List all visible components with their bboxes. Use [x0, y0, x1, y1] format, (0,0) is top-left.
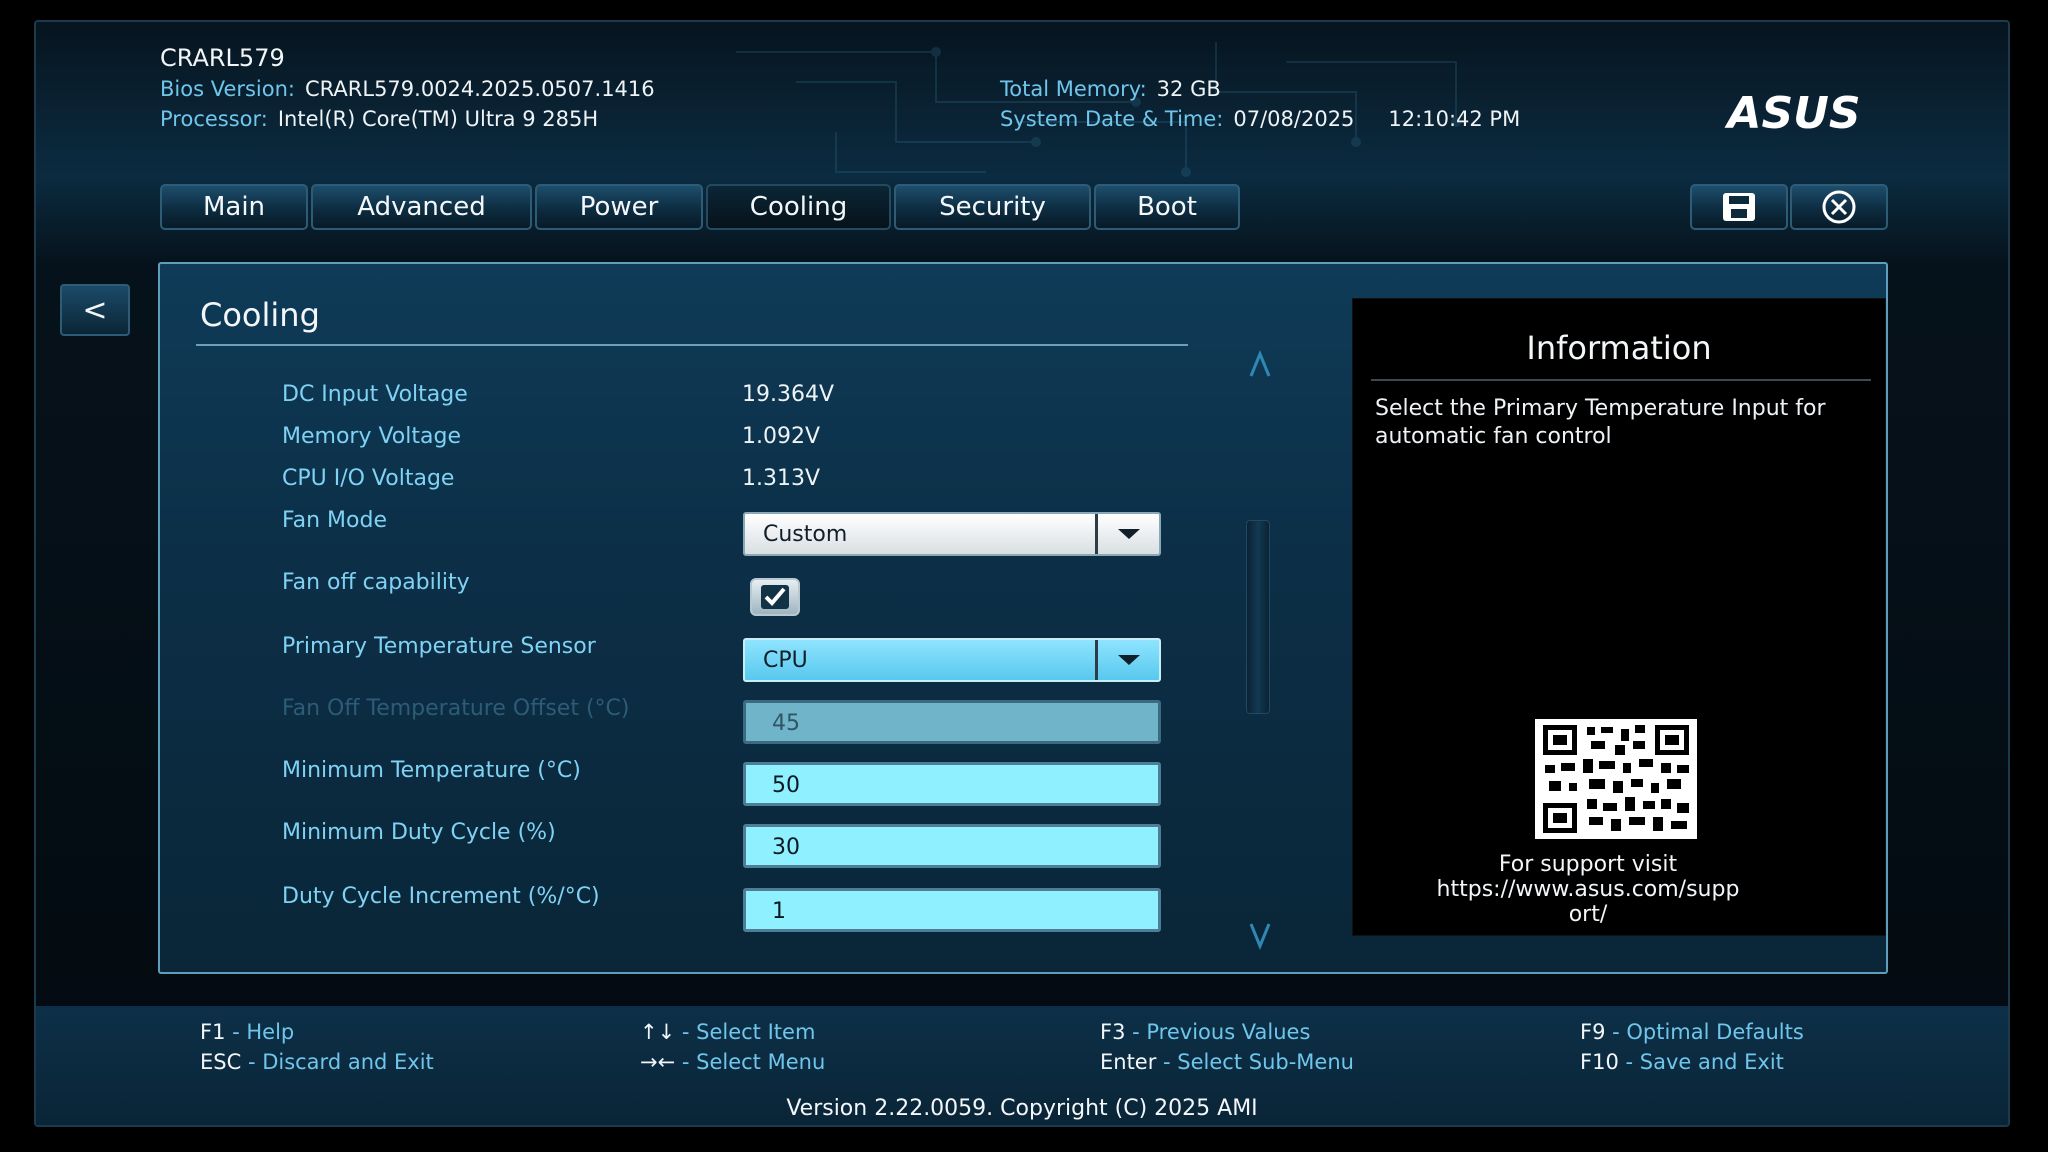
- total-memory-label: Total Memory:: [1000, 77, 1147, 101]
- f3-key: F3: [1100, 1020, 1126, 1044]
- min-temperature-field[interactable]: 50: [743, 762, 1161, 806]
- qr-code-icon: [1535, 719, 1697, 839]
- total-memory-value: 32 GB: [1156, 77, 1221, 101]
- page-title: Cooling: [200, 296, 320, 334]
- primary-temp-sensor-dropdown[interactable]: CPU: [743, 638, 1161, 682]
- bios-screen: CRARL579 Bios Version: CRARL579.0024.2025…: [34, 20, 2010, 1127]
- asus-logo: ASUS: [1724, 92, 1860, 136]
- enter-desc: - Select Sub-Menu: [1156, 1050, 1354, 1074]
- time-value: 12:10:42 PM: [1388, 107, 1521, 131]
- fan-mode-value: Custom: [763, 522, 848, 547]
- f1-key: F1: [200, 1020, 226, 1044]
- updown-desc: - Select Item: [675, 1020, 816, 1044]
- close-circle-icon: [1822, 190, 1856, 224]
- primary-temp-sensor-label: Primary Temperature Sensor: [282, 634, 596, 659]
- duty-cycle-increment-field[interactable]: 1: [743, 888, 1161, 932]
- f3-desc: - Previous Values: [1125, 1020, 1311, 1044]
- information-text: Select the Primary Temperature Input for…: [1375, 396, 1826, 449]
- dc-input-voltage-value: 19.364V: [742, 382, 835, 407]
- dc-input-voltage-label: DC Input Voltage: [282, 382, 468, 407]
- processor-label: Processor:: [160, 107, 268, 131]
- scroll-down-icon[interactable]: [1248, 920, 1272, 950]
- tab-power[interactable]: Power: [535, 184, 703, 230]
- chevron-down-icon: [1095, 514, 1159, 554]
- chevron-down-icon: [1095, 640, 1159, 680]
- tab-cooling[interactable]: Cooling: [706, 184, 891, 230]
- asus-logo-text: ASUS: [1724, 92, 1860, 136]
- menu-tabs: Main Advanced Power Cooling Security Boo…: [160, 184, 1240, 230]
- esc-desc: - Discard and Exit: [241, 1050, 434, 1074]
- esc-discard: ESC - Discard and Exit: [200, 1050, 434, 1074]
- back-button[interactable]: <: [60, 284, 130, 336]
- f9-key: F9: [1580, 1020, 1606, 1044]
- information-panel: Information Select the Primary Temperatu…: [1352, 298, 1886, 936]
- scrollbar-thumb[interactable]: [1246, 520, 1270, 714]
- leftright-key: →←: [640, 1050, 676, 1074]
- updown-key: ↑↓: [640, 1020, 676, 1044]
- esc-key: ESC: [200, 1050, 242, 1074]
- scroll-up-icon[interactable]: [1248, 350, 1272, 380]
- memory-voltage-value: 1.092V: [742, 424, 821, 449]
- cpu-io-voltage-label: CPU I/O Voltage: [282, 466, 455, 491]
- fan-off-capability-label: Fan off capability: [282, 570, 470, 595]
- enter-submenu: Enter - Select Sub-Menu: [1100, 1050, 1354, 1074]
- f9-desc: - Optimal Defaults: [1605, 1020, 1804, 1044]
- cpu-io-voltage-value: 1.313V: [742, 466, 821, 491]
- f1-desc: - Help: [225, 1020, 295, 1044]
- leftright-desc: - Select Menu: [675, 1050, 826, 1074]
- tab-boot[interactable]: Boot: [1094, 184, 1240, 230]
- support-text: For support visit https://www.asus.com/s…: [1393, 852, 1783, 927]
- f3-previous: F3 - Previous Values: [1100, 1020, 1310, 1044]
- total-memory: Total Memory: 32 GB: [1000, 77, 1221, 101]
- f9-defaults: F9 - Optimal Defaults: [1580, 1020, 1804, 1044]
- select-item-hint: ↑↓ - Select Item: [640, 1020, 815, 1044]
- f10-save: F10 - Save and Exit: [1580, 1050, 1784, 1074]
- tab-main[interactable]: Main: [160, 184, 308, 230]
- f10-desc: - Save and Exit: [1618, 1050, 1784, 1074]
- save-button[interactable]: [1690, 184, 1788, 230]
- memory-voltage-label: Memory Voltage: [282, 424, 461, 449]
- bios-version: Bios Version: CRARL579.0024.2025.0507.141…: [160, 77, 655, 101]
- checkmark-icon: [761, 585, 789, 609]
- min-temperature-label: Minimum Temperature (°C): [282, 758, 581, 783]
- processor-info: Processor: Intel(R) Core(TM) Ultra 9 285H: [160, 107, 598, 131]
- f1-help: F1 - Help: [200, 1020, 294, 1044]
- footer-keys: F1 - Help ESC - Discard and Exit ↑↓ - Se…: [36, 1006, 2008, 1125]
- fan-mode-dropdown[interactable]: Custom: [743, 512, 1161, 556]
- save-icon: [1723, 193, 1755, 221]
- information-divider: [1371, 379, 1871, 381]
- min-duty-cycle-label: Minimum Duty Cycle (%): [282, 820, 556, 845]
- fan-off-temp-offset-field: 45: [743, 700, 1161, 744]
- primary-temp-sensor-value: CPU: [763, 648, 808, 673]
- f10-key: F10: [1580, 1050, 1619, 1074]
- min-duty-cycle-field[interactable]: 30: [743, 824, 1161, 868]
- enter-key: Enter: [1100, 1050, 1157, 1074]
- bios-version-label: Bios Version:: [160, 77, 296, 101]
- date-value: 07/08/2025: [1233, 107, 1355, 131]
- support-line-1: For support visit: [1498, 852, 1678, 877]
- support-url-line-3: ort/: [1568, 902, 1608, 927]
- system-datetime: System Date & Time: 07/08/2025 12:10:42 PM: [1000, 107, 1520, 131]
- fan-off-capability-checkbox[interactable]: [750, 578, 800, 616]
- support-url-line-2: https://www.asus.com/supp: [1436, 877, 1740, 902]
- bios-version-value: CRARL579.0024.2025.0507.1416: [305, 77, 655, 101]
- tab-advanced[interactable]: Advanced: [311, 184, 532, 230]
- machine-name: CRARL579: [160, 44, 285, 72]
- fan-mode-label: Fan Mode: [282, 508, 387, 533]
- datetime-label: System Date & Time:: [1000, 107, 1224, 131]
- tab-security[interactable]: Security: [894, 184, 1091, 230]
- select-menu-hint: →← - Select Menu: [640, 1050, 825, 1074]
- processor-value: Intel(R) Core(TM) Ultra 9 285H: [277, 107, 599, 131]
- cooling-panel: Cooling DC Input Voltage 19.364V Memory …: [158, 262, 1888, 974]
- version-text: Version 2.22.0059. Copyright (C) 2025 AM…: [786, 1096, 1258, 1121]
- fan-off-temp-offset-label: Fan Off Temperature Offset (°C): [282, 696, 630, 721]
- duty-cycle-increment-label: Duty Cycle Increment (%/°C): [282, 884, 600, 909]
- exit-button[interactable]: [1790, 184, 1888, 230]
- information-title: Information: [1526, 329, 1712, 367]
- title-divider: [196, 344, 1188, 346]
